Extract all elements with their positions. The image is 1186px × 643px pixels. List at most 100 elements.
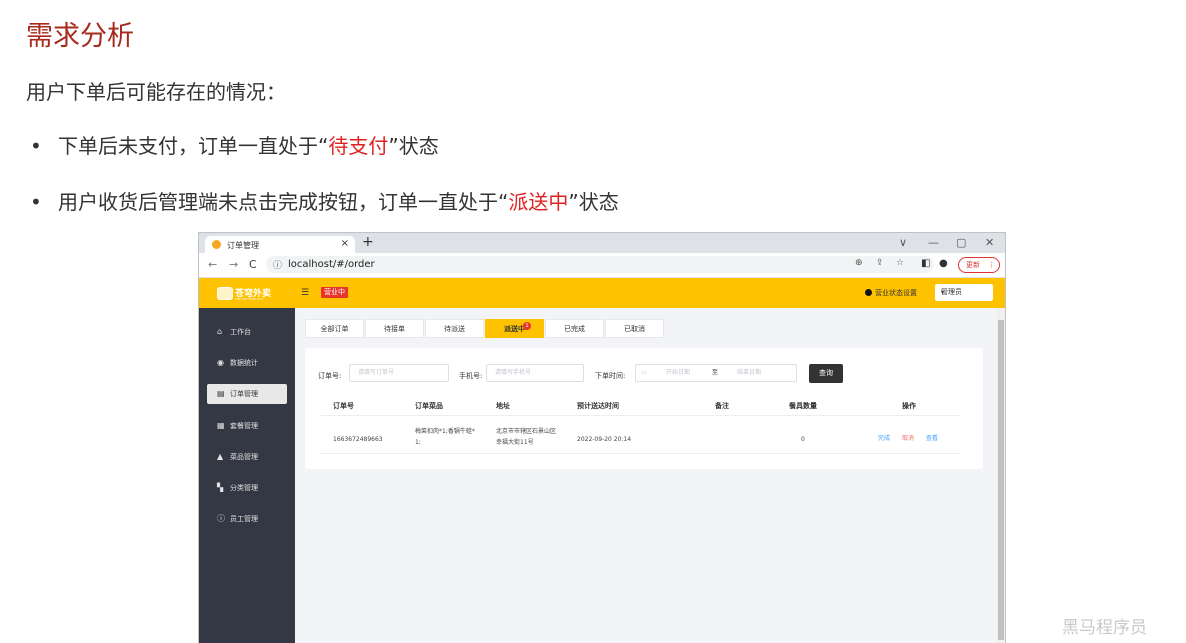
sidebar-item-label: 分类管理 xyxy=(230,484,258,492)
reload-icon[interactable]: C xyxy=(249,258,257,271)
share-icon[interactable]: ⇪ xyxy=(876,258,884,268)
employee-icon: ⓘ xyxy=(217,514,225,523)
sidebar-item-label: 订单管理 xyxy=(230,390,258,398)
order-time-label: 下单时间: xyxy=(595,372,626,380)
menu-toggle-icon[interactable]: ☰ xyxy=(301,288,309,298)
admin-dropdown[interactable]: 管理员 ▾ xyxy=(935,284,993,301)
url-text: localhost/#/order xyxy=(288,259,375,270)
tab-cancelled[interactable]: 已取消 xyxy=(605,319,664,338)
close-window-button[interactable]: ✕ xyxy=(985,236,994,249)
row-divider xyxy=(320,453,960,454)
logo-icon xyxy=(217,287,233,300)
minimize-button[interactable]: — xyxy=(928,236,939,249)
cell-order-no: 1663672489663 xyxy=(333,436,383,443)
tab-count-badge: 1 xyxy=(523,322,531,330)
column-header-actions: 操作 xyxy=(902,402,916,410)
update-button[interactable]: 更新 ⋮ xyxy=(958,257,1000,273)
query-button[interactable]: 查询 xyxy=(809,364,843,383)
favicon-icon xyxy=(212,240,221,249)
bullet-text: ”状态 xyxy=(568,190,619,214)
column-header-dishes: 订单菜品 xyxy=(415,402,443,410)
order-no-input[interactable]: 请填写订单号 xyxy=(349,364,449,382)
brand-english: THE SKY TAKE OUT xyxy=(235,297,264,301)
back-icon[interactable]: ← xyxy=(208,258,217,271)
bullet-item-delivering: • 用户收货后管理端未点击完成按钮，订单一直处于“派送中”状态 xyxy=(30,186,619,215)
sidebar-item-label: 数据统计 xyxy=(230,359,258,367)
scrollbar[interactable] xyxy=(997,308,1005,643)
orders-panel: 订单号: 请填写订单号 手机号: 请填写手机号 下单时间: ▭ 开始日期 至 结… xyxy=(305,348,983,469)
kebab-menu-icon[interactable]: ⋮ xyxy=(981,258,995,272)
date-range-separator: 至 xyxy=(712,369,719,376)
watermark-logo: 黑马程序员 xyxy=(1062,618,1147,638)
header-divider xyxy=(320,415,960,416)
complete-link[interactable]: 完成 xyxy=(878,433,890,442)
category-icon: ▚ xyxy=(217,483,224,492)
end-date-placeholder: 结束日期 xyxy=(737,369,762,376)
address-bar-row: ← → C ⓘ localhost/#/order ⊕ ⇪ ☆ ◧ ● 更新 ⋮ xyxy=(199,253,1005,278)
order-icon: ▤ xyxy=(217,389,225,398)
status-setting-label: 营业状态设置 xyxy=(875,289,917,297)
chart-icon: ◉ xyxy=(217,358,224,367)
scrollbar-thumb[interactable] xyxy=(998,320,1004,640)
new-tab-button[interactable]: + xyxy=(362,234,374,250)
tab-delivering[interactable]: 派送中 1 xyxy=(485,319,544,338)
bookmark-star-icon[interactable]: ☆ xyxy=(896,258,904,268)
column-header-eta: 预计送达时间 xyxy=(577,402,619,410)
sidebar-item-orders[interactable]: ▤ 订单管理 xyxy=(207,384,287,404)
browser-tab[interactable]: 订单管理 × xyxy=(205,236,355,253)
highlight-text: 待支付 xyxy=(328,134,389,158)
sidebar-item-employees[interactable]: ⓘ 员工管理 xyxy=(207,509,287,529)
tab-pending-dispatch[interactable]: 待派送 xyxy=(425,319,484,338)
sidebar-item-statistics[interactable]: ◉ 数据统计 xyxy=(207,353,287,373)
slide-title: 需求分析 xyxy=(26,21,134,52)
bullet-text: ”状态 xyxy=(388,134,439,158)
forward-icon[interactable]: → xyxy=(229,258,238,271)
brand-logo: 苍穹外卖 THE SKY TAKE OUT xyxy=(217,285,281,301)
tab-close-icon[interactable]: × xyxy=(341,238,349,249)
column-header-tableware: 餐具数量 xyxy=(789,402,817,410)
date-range-picker[interactable]: ▭ 开始日期 至 结束日期 xyxy=(635,364,797,382)
sidebar-item-label: 工作台 xyxy=(230,328,251,336)
site-info-icon[interactable]: ⓘ xyxy=(273,258,282,271)
maximize-button[interactable]: ▢ xyxy=(956,236,966,249)
phone-label: 手机号: xyxy=(459,372,483,380)
start-date-placeholder: 开始日期 xyxy=(666,369,691,376)
slide-subtitle: 用户下单后可能存在的情况： xyxy=(26,80,286,104)
tab-label: 派送中 xyxy=(504,325,525,333)
cell-dishes-line1: 梅菜扣肉*1;香锅牛蛙* xyxy=(415,428,475,435)
tab-pending-accept[interactable]: 待接单 xyxy=(365,319,424,338)
browser-window: 订单管理 × + ∨ — ▢ ✕ ← → C ⓘ localhost/#/ord… xyxy=(198,232,1006,643)
cell-address-line2: 幸福大街11号 xyxy=(496,439,534,446)
setmeal-icon: ▦ xyxy=(217,421,225,430)
dish-icon: ▲ xyxy=(217,452,224,461)
bullet-dot: • xyxy=(30,190,42,214)
sidebar: ⌂ 工作台 ◉ 数据统计 ▤ 订单管理 ▦ 套餐管理 ▲ 菜品管理 ▚ 分类管理 ⓘ 员工管理 xyxy=(199,308,295,643)
phone-input[interactable]: 请填写手机号 xyxy=(486,364,584,382)
tab-completed[interactable]: 已完成 xyxy=(545,319,604,338)
tab-search-dropdown-icon[interactable]: ∨ xyxy=(899,236,907,249)
cell-tableware: 0 xyxy=(801,436,805,443)
bullet-text: 用户收货后管理端未点击完成按钮，订单一直处于“ xyxy=(58,190,509,214)
status-dot-icon xyxy=(865,289,872,296)
view-link[interactable]: 查看 xyxy=(926,433,938,442)
sidebar-item-setmeals[interactable]: ▦ 套餐管理 xyxy=(207,416,287,436)
main-content: 全部订单 待接单 待派送 派送中 1 已完成 已取消 订单号: 请填写订单号 手机… xyxy=(295,308,1005,643)
profile-icon[interactable]: ● xyxy=(939,258,948,269)
calendar-icon: ▭ xyxy=(641,369,647,376)
column-header-order-no: 订单号 xyxy=(333,402,354,410)
sidebar-item-workbench[interactable]: ⌂ 工作台 xyxy=(207,322,287,342)
highlight-text: 派送中 xyxy=(508,190,569,214)
status-setting-button[interactable]: 营业状态设置 xyxy=(865,288,917,298)
tab-title: 订单管理 xyxy=(227,241,259,250)
cancel-link[interactable]: 取消 xyxy=(902,433,914,442)
sidebar-item-categories[interactable]: ▚ 分类管理 xyxy=(207,478,287,498)
zoom-icon[interactable]: ⊕ xyxy=(855,258,863,268)
sidebar-item-label: 员工管理 xyxy=(230,515,258,523)
cell-dishes-line2: 1; xyxy=(415,439,421,446)
browser-tab-bar: 订单管理 × + ∨ — ▢ ✕ xyxy=(199,233,1005,253)
cell-address-line1: 北京市市辖区石景山区 xyxy=(496,428,557,435)
tab-all-orders[interactable]: 全部订单 xyxy=(305,319,364,338)
url-field[interactable]: ⓘ localhost/#/order ⊕ ⇪ ☆ xyxy=(266,256,934,273)
side-panel-icon[interactable]: ◧ xyxy=(921,258,930,269)
sidebar-item-dishes[interactable]: ▲ 菜品管理 xyxy=(207,447,287,467)
